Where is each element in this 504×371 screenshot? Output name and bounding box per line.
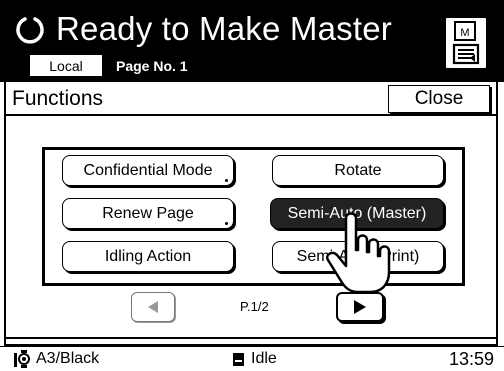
page-title: Ready to Make Master [56, 10, 392, 47]
idling-action-button[interactable]: Idling Action [62, 241, 234, 272]
semi-auto-master-button[interactable]: Semi-Auto (Master) [270, 198, 444, 229]
title-row: Ready to Make Master [14, 6, 392, 52]
rotate-button[interactable]: Rotate [272, 155, 444, 186]
button-label: Rotate [334, 161, 382, 179]
button-label: Renew Page [102, 204, 194, 222]
triangle-right-icon [354, 300, 366, 314]
mode-badge: Local [30, 55, 102, 76]
svg-text:M: M [460, 27, 469, 39]
machine-status-icon [233, 352, 244, 366]
page-number-label: Page No. 1 [116, 57, 188, 74]
indicator-dot-icon [225, 222, 228, 225]
triangle-left-icon [148, 301, 158, 313]
button-label: Semi-Auto (Master) [287, 204, 427, 222]
paper-size-label: A3/Black [36, 350, 100, 367]
semi-auto-print-button[interactable]: Semi-Auto (Print) [272, 241, 444, 272]
ink-drum-icon [14, 350, 30, 368]
page-indicator: P.1/2 [240, 299, 269, 314]
ready-circle-icon [16, 17, 44, 44]
button-label: Semi-Auto (Print) [296, 247, 420, 265]
paper-status: A3/Black [12, 349, 99, 369]
button-label: Idling Action [104, 247, 192, 265]
next-page-button[interactable] [336, 292, 384, 322]
machine-state-label: Idle [251, 350, 277, 367]
master-document-button[interactable]: M [444, 16, 488, 70]
close-button[interactable]: Close [388, 85, 490, 113]
dialog-divider [6, 337, 496, 339]
dialog-title: Functions [12, 87, 104, 110]
previous-page-button[interactable] [131, 292, 175, 322]
button-label: Confidential Mode [83, 161, 213, 179]
indicator-dot-icon [225, 179, 228, 182]
confidential-mode-button[interactable]: Confidential Mode [62, 155, 234, 186]
master-document-icon: M [452, 21, 480, 65]
renew-page-button[interactable]: Renew Page [62, 198, 234, 229]
machine-status: Idle [232, 349, 277, 369]
clock: 13:59 [448, 348, 494, 369]
